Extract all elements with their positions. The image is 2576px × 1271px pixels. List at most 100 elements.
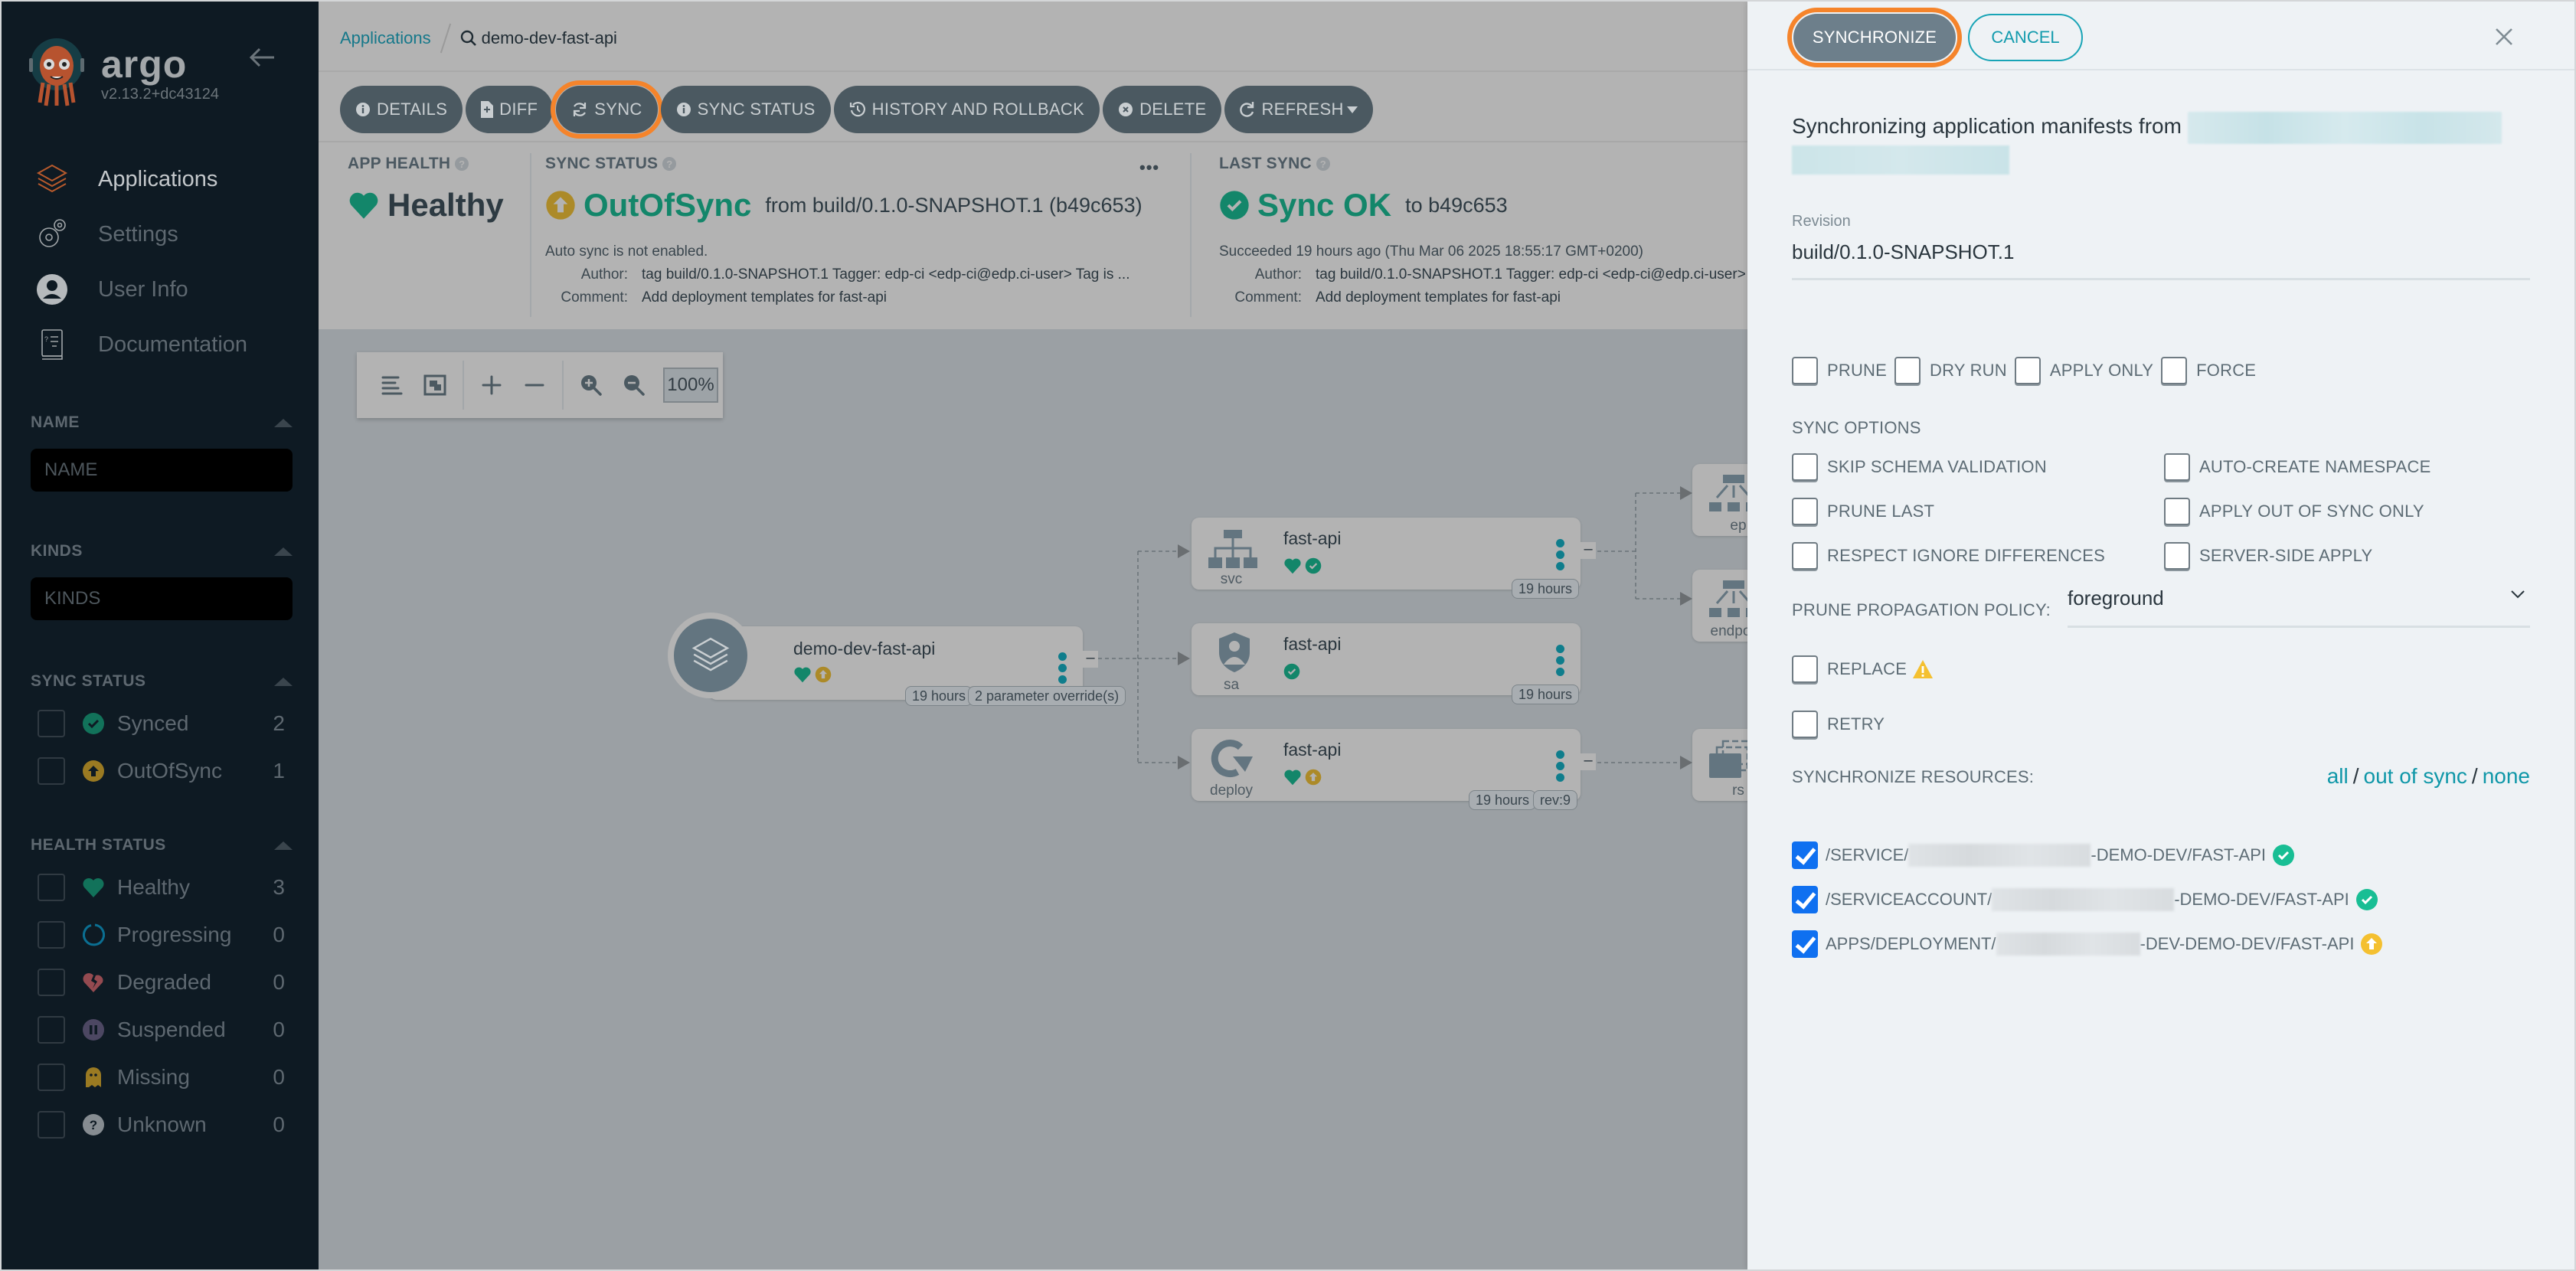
collapse-node-button[interactable]: – <box>1083 650 1098 668</box>
diff-button[interactable]: DIFF <box>466 86 554 133</box>
help-icon[interactable]: ? <box>662 157 677 171</box>
filter-option-missing[interactable]: Missing 0 <box>38 1054 293 1101</box>
breadcrumb-applications-link[interactable]: Applications <box>340 28 431 48</box>
select-none-link[interactable]: none <box>2483 764 2530 788</box>
sidebar-item-documentation[interactable]: ? Documentation <box>35 317 247 372</box>
revision-field[interactable]: build/0.1.0-SNAPSHOT.1 <box>1792 240 2530 280</box>
synced-check-icon <box>2272 844 2295 867</box>
collapse-filter-icon[interactable] <box>274 547 293 556</box>
checkbox[interactable] <box>38 710 65 737</box>
zoom-out-button[interactable] <box>613 364 655 407</box>
auto-create-namespace-option[interactable]: AUTO-CREATE NAMESPACE <box>2164 453 2431 481</box>
collapse-node-button[interactable]: – <box>1581 753 1596 770</box>
dry-run-checkbox[interactable] <box>1894 357 1921 384</box>
history-rollback-button[interactable]: HISTORY AND ROLLBACK <box>833 86 1100 133</box>
sidebar-item-settings[interactable]: Settings <box>35 207 247 262</box>
node-menu-button[interactable] <box>1556 645 1567 679</box>
respect-ignore-differences-option[interactable]: RESPECT IGNORE DIFFERENCES <box>1792 542 2105 570</box>
filter-option-outofsync[interactable]: OutOfSync 1 <box>38 747 293 795</box>
prune-checkbox[interactable] <box>1792 357 1818 384</box>
collapse-filter-icon[interactable] <box>274 841 293 850</box>
select-out-of-sync-link[interactable]: out of sync <box>2364 764 2467 788</box>
resource-checkbox[interactable] <box>1792 841 1818 869</box>
select-all-link[interactable]: all <box>2327 764 2349 788</box>
collapse-node-button[interactable]: – <box>1581 541 1596 559</box>
name-filter-input[interactable] <box>31 449 293 492</box>
sidebar-item-user-info[interactable]: User Info <box>35 262 247 317</box>
kinds-filter-input[interactable] <box>31 577 293 620</box>
apply-only-option[interactable]: APPLY ONLY <box>2014 357 2153 384</box>
breadcrumb-current[interactable]: demo-dev-fast-api <box>460 28 617 48</box>
node-age-tag: 19 hours <box>1469 790 1537 810</box>
filter-option-label: OutOfSync <box>117 759 222 783</box>
filter-option-suspended[interactable]: Suspended 0 <box>38 1006 293 1054</box>
filter-option-progressing[interactable]: Progressing 0 <box>38 911 293 959</box>
checkbox[interactable] <box>1792 498 1818 525</box>
help-icon[interactable]: ? <box>1316 157 1330 171</box>
checkbox[interactable] <box>1792 453 1818 481</box>
synchronize-button[interactable]: SYNCHRONIZE <box>1787 8 1962 67</box>
server-side-apply-option[interactable]: SERVER-SIDE APPLY <box>2164 542 2372 570</box>
dry-run-option[interactable]: DRY RUN <box>1894 357 2007 384</box>
checkbox[interactable] <box>2164 453 2190 481</box>
collapse-all-button[interactable] <box>513 364 556 407</box>
filter-option-count: 2 <box>273 711 285 735</box>
list-view-button[interactable] <box>371 364 414 407</box>
node-menu-button[interactable] <box>1058 652 1069 687</box>
help-icon[interactable]: ? <box>455 157 469 171</box>
sync-button[interactable]: SYNC <box>551 80 663 139</box>
prune-propagation-policy-select[interactable]: foreground <box>2068 583 2530 628</box>
resource-checkbox[interactable] <box>1792 930 1818 958</box>
checkbox[interactable] <box>38 757 65 785</box>
warning-icon[interactable] <box>1911 658 1934 680</box>
zoom-in-button[interactable] <box>570 364 613 407</box>
checkbox[interactable] <box>38 1111 65 1139</box>
checkbox[interactable] <box>38 921 65 949</box>
checkbox[interactable] <box>38 874 65 901</box>
checkbox[interactable] <box>38 1016 65 1044</box>
expand-all-button[interactable] <box>470 364 513 407</box>
redacted-namespace <box>1992 888 2175 911</box>
resource-item[interactable]: /SERVICEACCOUNT/ -DEMO-DEV/FAST-API <box>1792 877 2383 922</box>
collapse-sidebar-button[interactable] <box>248 46 279 69</box>
replace-checkbox[interactable] <box>1792 655 1818 683</box>
collapse-filter-icon[interactable] <box>274 677 293 686</box>
checkbox[interactable] <box>38 1064 65 1091</box>
sync-status-value: OutOfSync <box>584 187 752 223</box>
force-checkbox[interactable] <box>2161 357 2188 384</box>
more-options-button[interactable]: ••• <box>1139 158 1159 178</box>
collapse-filter-icon[interactable] <box>274 418 293 427</box>
filter-option-synced[interactable]: Synced 2 <box>38 700 293 747</box>
filter-option-degraded[interactable]: Degraded 0 <box>38 959 293 1006</box>
apply-out-of-sync-only-option[interactable]: APPLY OUT OF SYNC ONLY <box>2164 498 2424 525</box>
checkbox[interactable] <box>2164 498 2190 525</box>
parameter-override-tag: 2 parameter override(s) <box>968 686 1126 706</box>
checkbox[interactable] <box>1792 542 1818 570</box>
checkbox[interactable] <box>38 969 65 996</box>
skip-schema-validation-option[interactable]: SKIP SCHEMA VALIDATION <box>1792 453 2047 481</box>
node-menu-button[interactable] <box>1556 539 1567 573</box>
sync-status-button[interactable]: SYNC STATUS <box>660 86 831 133</box>
filter-option-healthy[interactable]: Healthy 3 <box>38 864 293 911</box>
cancel-button[interactable]: CANCEL <box>1968 14 2083 61</box>
sidebar-item-applications[interactable]: Applications <box>35 152 247 207</box>
checkbox[interactable] <box>2164 542 2190 570</box>
fit-view-button[interactable] <box>414 364 456 407</box>
caret-down-icon <box>1346 106 1358 113</box>
close-panel-button[interactable] <box>2490 23 2518 51</box>
replace-option[interactable]: REPLACE <box>1792 655 1934 683</box>
details-button[interactable]: DETAILS <box>340 86 463 133</box>
apply-only-checkbox[interactable] <box>2014 357 2041 384</box>
resource-item[interactable]: APPS/DEPLOYMENT/ -DEV-DEMO-DEV/FAST-API <box>1792 922 2383 966</box>
prune-option[interactable]: PRUNE <box>1792 357 1887 384</box>
node-menu-button[interactable] <box>1556 750 1567 785</box>
refresh-button[interactable]: REFRESH <box>1224 86 1373 133</box>
resource-checkbox[interactable] <box>1792 886 1818 913</box>
filter-option-unknown[interactable]: ? Unknown 0 <box>38 1101 293 1148</box>
prune-last-option[interactable]: PRUNE LAST <box>1792 498 1934 525</box>
resource-item[interactable]: /SERVICE/ -DEMO-DEV/FAST-API <box>1792 833 2383 877</box>
retry-option[interactable]: RETRY <box>1792 711 1885 738</box>
force-option[interactable]: FORCE <box>2161 357 2256 384</box>
retry-checkbox[interactable] <box>1792 711 1818 738</box>
delete-button[interactable]: DELETE <box>1103 86 1222 133</box>
